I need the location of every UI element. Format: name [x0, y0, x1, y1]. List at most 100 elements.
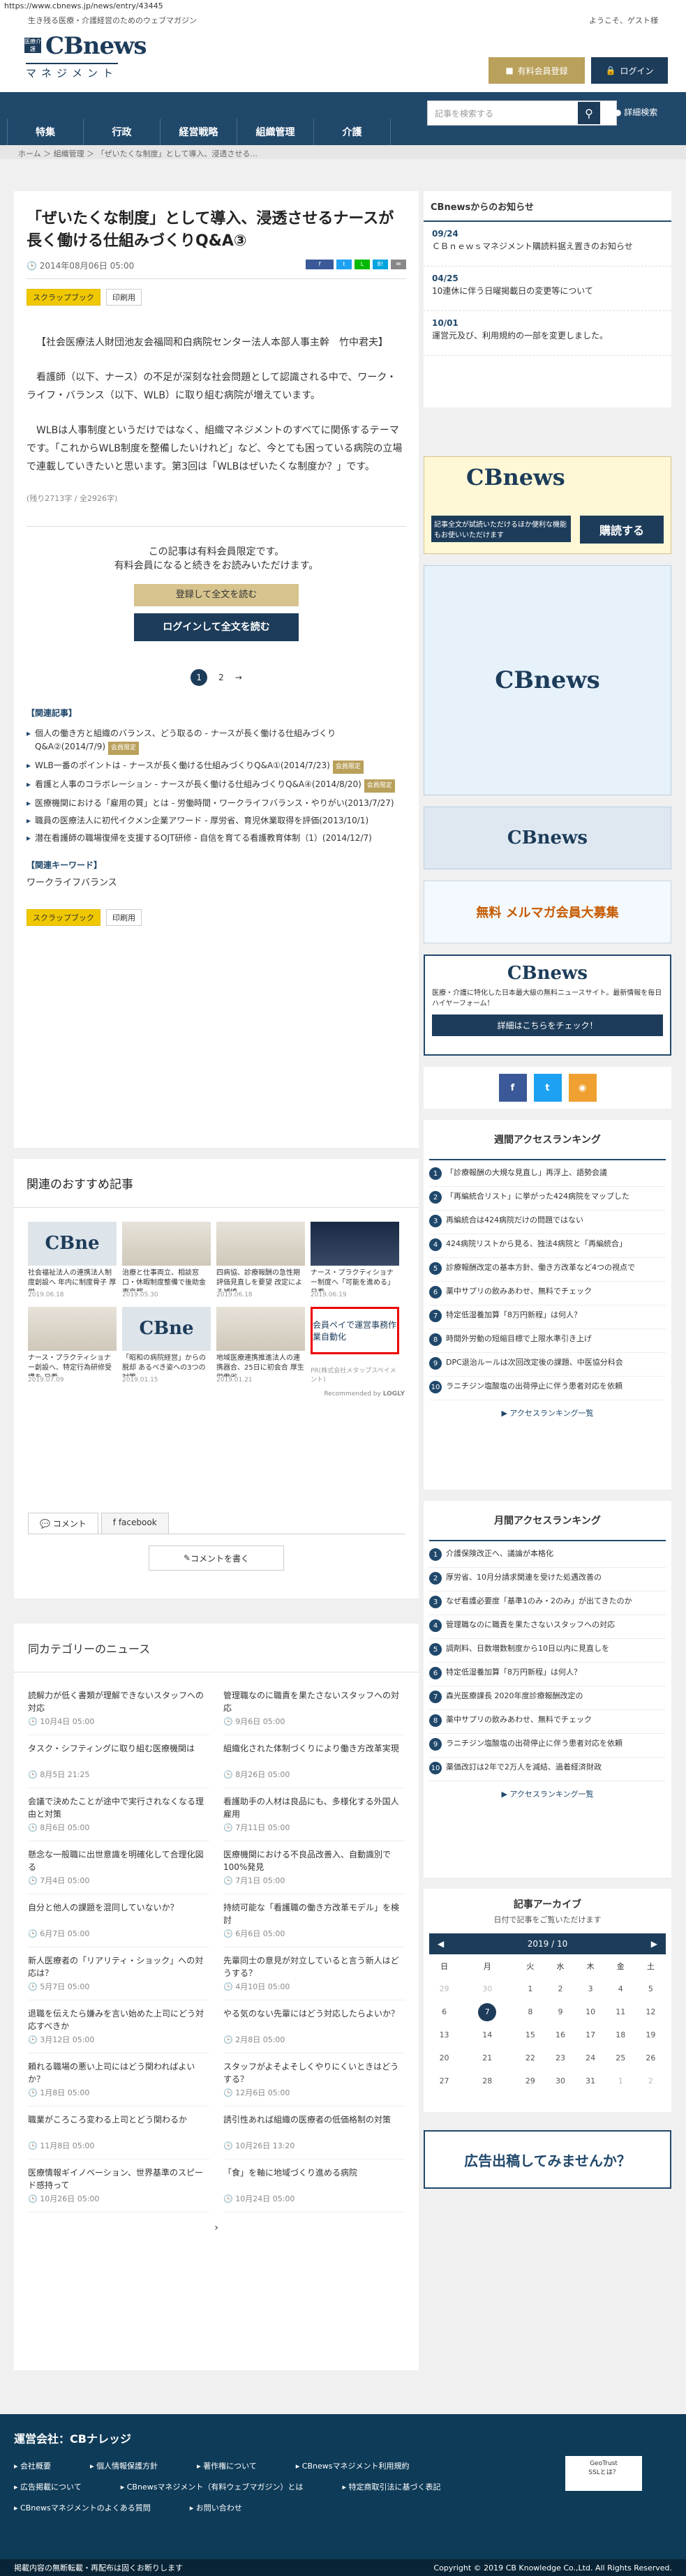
free-news-button[interactable]: 詳細はこちらをチェック！ — [432, 1014, 663, 1036]
ranking-item[interactable]: 9 ラニチジン塩酸塩の出荷停止に伴う患者対応を依頼 — [429, 1734, 666, 1758]
nav-item-care[interactable]: 介護 — [314, 119, 391, 145]
ranking-item[interactable]: 4 424病院リストから見る、独法4病院と「再編統合」 — [429, 1234, 666, 1258]
related-link[interactable]: 医療機関における「雇用の質」とは - 労働時間・ワークライフバランス・やりがい(… — [27, 797, 406, 810]
footer-link[interactable]: ▸ 特定商取引法に基づく表記 — [342, 2481, 460, 2492]
login-button[interactable]: 🔒 ログイン — [591, 57, 668, 84]
ranking-item[interactable]: 6 特定低湿養加算「8万円新程」は何人？ — [429, 1663, 666, 1686]
calendar-day[interactable]: 6 — [429, 2000, 459, 2023]
calendar-day[interactable]: 27 — [429, 2069, 459, 2092]
print-button[interactable]: 印刷用 — [106, 909, 142, 926]
footer-link[interactable]: ▸ 個人情報保護方針 — [90, 2460, 177, 2471]
news-item[interactable]: 医療機関における不良品改善入、自動識別で100%発見 🕒 7月1日 05:00 — [223, 1841, 405, 1894]
hatena-share-button[interactable]: B! — [373, 260, 388, 269]
news-item[interactable]: スタッフがよそよそしくやりにくいときはどうする？ 🕒 12月6日 05:00 — [223, 2053, 405, 2106]
related-link[interactable]: 職員の医療法人に初代イクメン企業アワード - 厚労省、育児休業取得を評価(201… — [27, 814, 406, 828]
scrapbook-button[interactable]: スクラップブック — [27, 289, 100, 306]
calendar-day[interactable]: 29 — [515, 2069, 545, 2092]
write-comment-button[interactable]: ✎ コメントを書く — [149, 1545, 284, 1571]
calendar-day[interactable]: 28 — [459, 2069, 515, 2092]
footer-link[interactable]: ▸ 広告掲載について — [14, 2481, 101, 2492]
calendar-day[interactable]: 4 — [606, 1977, 636, 2000]
ad-placement-banner[interactable]: 広告出稿してみませんか？ — [424, 2130, 671, 2189]
cbnews-ad[interactable]: CBnews — [424, 807, 671, 869]
ranking-item[interactable]: 2 「再編統合リスト」に挙がった424病院をマップした — [429, 1187, 666, 1211]
news-next-arrow-icon[interactable]: › — [28, 2222, 405, 2233]
calendar-day[interactable]: 21 — [459, 2046, 515, 2069]
calendar-day[interactable]: 10 — [576, 2000, 606, 2023]
rec-card[interactable]: CBne「昭和の病院経営」からの脱却 あるべき姿への3つの対策...2019.0… — [122, 1307, 211, 1384]
calendar-day[interactable]: 25 — [606, 2046, 636, 2069]
calendar-day[interactable]: 13 — [429, 2023, 459, 2046]
line-share-button[interactable]: L — [355, 260, 370, 269]
nav-item-feature[interactable]: 特集 — [7, 119, 84, 145]
geotrust-seal[interactable]: GeoTrust SSLとは？ — [565, 2456, 642, 2491]
calendar-day[interactable]: 24 — [576, 2046, 606, 2069]
ranking-item[interactable]: 5 診療報酬改定の基本方針、働き方改革など4つの視点で — [429, 1258, 666, 1282]
ranking-item[interactable]: 7 森光医療課長 2020年度診療報酬改定の — [429, 1686, 666, 1710]
rec-ad-card[interactable]: 会員ペイで運営事務作業自動化 PR(株式会社メタップスペイメント) — [311, 1307, 399, 1384]
footer-link[interactable]: ▸ 会社概要 — [14, 2460, 70, 2471]
calendar-day[interactable]: 7 — [459, 2000, 515, 2023]
ranking-item[interactable]: 8 時間外労動の短縮目標で上限水準引き上げ — [429, 1329, 666, 1353]
notice-item[interactable]: 10/01 運営元及び、利用規約の一部を変更しました。 — [424, 311, 671, 356]
ranking-item[interactable]: 7 特定低湿養加算「8万円新程」は何人？ — [429, 1305, 666, 1329]
news-item[interactable]: 管理職なのに職責を果たさないスタッフへの対応 🕒 9月6日 05:00 — [223, 1682, 405, 1735]
news-item[interactable]: 頼れる職場の悪い上司にはどう関わればよいか？ 🕒 1月8日 05:00 — [28, 2053, 209, 2106]
notice-item[interactable]: 09/24 ＣＢｎｅｗｓマネジメント購読料据え置きのお知らせ — [424, 222, 671, 267]
ranking-more-link[interactable]: ▶ アクセスランキング一覧 — [429, 1781, 666, 1806]
calendar-day[interactable]: 17 — [576, 2023, 606, 2046]
calendar-day[interactable]: 8 — [515, 2000, 545, 2023]
calendar-day[interactable]: 20 — [429, 2046, 459, 2069]
calendar-day[interactable]: 19 — [636, 2023, 666, 2046]
rss-icon[interactable]: ◉ — [568, 1074, 597, 1102]
calendar-day[interactable]: 23 — [545, 2046, 575, 2069]
rec-card[interactable]: 地域医療連携推進法人の連携器合、25日に初会合 厚生労働省...2019.01.… — [216, 1307, 305, 1384]
page-1[interactable]: 1 — [191, 669, 208, 686]
news-item[interactable]: 先輩同士の意見が対立していると言う新人はどうする？ 🕒 4月10日 05:00 — [223, 1947, 405, 2000]
facebook-like-button[interactable]: f — [306, 260, 334, 269]
footer-link[interactable]: ▸ お問い合わせ — [190, 2502, 262, 2513]
calendar-day[interactable]: 26 — [636, 2046, 666, 2069]
news-item[interactable]: 自分と他人の課題を混同していないか？ 🕒 6月7日 05:00 — [28, 1894, 209, 1947]
rec-card[interactable]: CBne社会福祉法人の連携法人制度創設へ 年内に制度骨子 厚労...2019.0… — [28, 1222, 117, 1298]
search-button[interactable]: ⚲ — [578, 102, 600, 124]
subscribe-banner[interactable]: CBnews 記事全文が試読いただけるほか便利な機能もお使いいただけます 購読す… — [424, 456, 671, 554]
calendar-day[interactable]: 11 — [606, 2000, 636, 2023]
register-button[interactable]: ■ 有料会員登録 — [489, 57, 585, 84]
ranking-item[interactable]: 2 厚労省、10月分請求関連を受けた処遇改善の — [429, 1568, 666, 1592]
news-item[interactable]: タスク・シフティングに取り組む医療機関は 🕒 8月5日 21:25 — [28, 1735, 209, 1788]
calendar-day[interactable]: 30 — [459, 1977, 515, 2000]
notice-item[interactable]: 04/25 10連休に伴う日曜掲載日の変更等について — [424, 267, 671, 311]
page-2[interactable]: 2 — [218, 673, 224, 682]
calendar-day[interactable]: 12 — [636, 2000, 666, 2023]
rec-card[interactable]: 四病協、診療報酬の急性期評価見直しを要望 改定による補填...2019.06.1… — [216, 1222, 305, 1298]
nav-item-strategy[interactable]: 経営戦略 — [161, 119, 237, 145]
keyword-link[interactable]: ワークライフバランス — [27, 878, 117, 888]
news-item[interactable]: 「食」を軸に地域づくり進める病院 🕒 10月24日 05:00 — [223, 2159, 405, 2212]
register-read-button[interactable]: 登録して全文を読む — [134, 584, 299, 606]
tab-facebook[interactable]: f facebook — [100, 1513, 169, 1534]
ranking-item[interactable]: 3 再編統合は424病院だけの問題ではない — [429, 1211, 666, 1234]
calendar-day[interactable]: 29 — [429, 1977, 459, 2000]
ranking-item[interactable]: 4 管理職なのに職責を果たさないスタッフへの対応 — [429, 1615, 666, 1639]
login-read-button[interactable]: ログインして全文を読む — [134, 613, 299, 641]
rec-card[interactable]: ナース・プラクティショナー制度へ「可能を進める」日看...2019.06.19 — [311, 1222, 399, 1298]
footer-link[interactable]: ▸ CBnewsマネジメントのよくある質問 — [14, 2502, 170, 2513]
calendar-day[interactable]: 31 — [576, 2069, 606, 2092]
news-item[interactable]: 退職を伝えたら嫌みを言い始めた上司にどう対応すべきか 🕒 3月12日 05:00 — [28, 2000, 209, 2053]
ranking-item[interactable]: 3 なぜ看護必要度「基準1のみ・2のみ」が出てきたのか — [429, 1592, 666, 1615]
ranking-more-link[interactable]: ▶ アクセスランキング一覧 — [429, 1400, 666, 1425]
news-item[interactable]: 誘引性あれば組織の医療者の低価格制の対策 🕒 10月26日 13:20 — [223, 2106, 405, 2159]
calendar-day[interactable]: 2 — [636, 2069, 666, 2092]
news-item[interactable]: 新人医療者の「リアリティ・ショック」への対応は？ 🕒 5月7日 05:00 — [28, 1947, 209, 2000]
ranking-item[interactable]: 9 DPC退治ルールは次回改定後の課題、中医協分科会 — [429, 1353, 666, 1377]
calendar-day[interactable]: 15 — [515, 2023, 545, 2046]
calendar-day[interactable]: 18 — [606, 2023, 636, 2046]
news-item[interactable]: 会議で決めたことが途中で実行されなくなる理由と対策 🕒 8月6日 05:00 — [28, 1788, 209, 1841]
news-item[interactable]: 医療情報ギイノベーション、世界基準のスピード感持って 🕒 10月26日 05:00 — [28, 2159, 209, 2212]
related-link[interactable]: WLB一番のポイントは - ナースが長く働ける仕組みづくりQ&A①(2014/7… — [27, 759, 406, 774]
footer-link[interactable]: ▸ CBnewsマネジメント（有料ウェブマガジン）とは — [121, 2481, 323, 2492]
calendar-day[interactable]: 1 — [515, 1977, 545, 2000]
news-item[interactable]: 読解力が低く書類が理解できないスタッフへの対応 🕒 10月4日 05:00 — [28, 1682, 209, 1735]
print-button[interactable]: 印刷用 — [106, 289, 142, 306]
